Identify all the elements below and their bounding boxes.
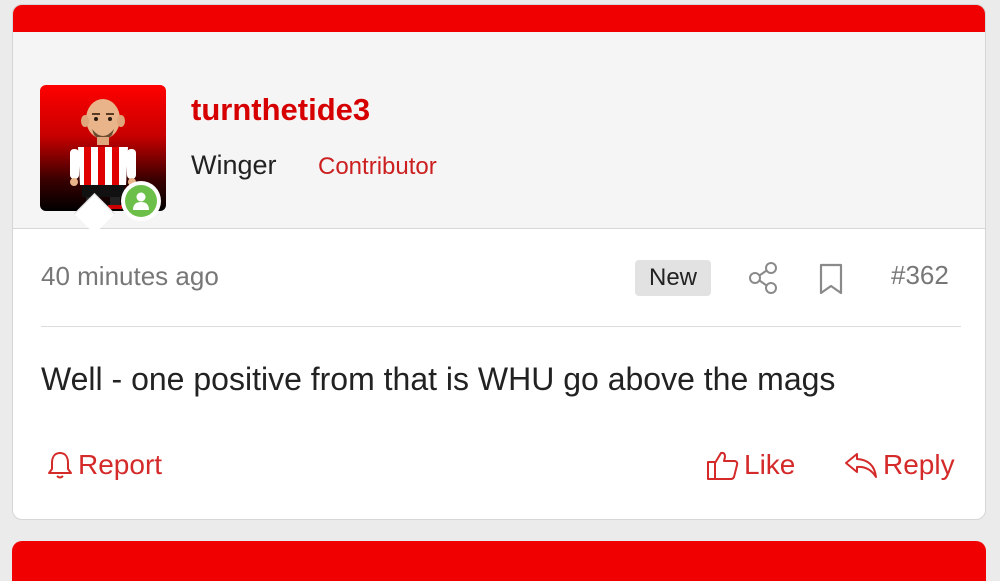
reply-arrow-icon [845,453,877,478]
bell-icon [48,452,72,479]
post-timestamp[interactable]: 40 minutes ago [41,261,219,292]
reply-label: Reply [883,449,955,480]
forum-post: turnthetide3 Winger Contributor 40 minut… [12,4,986,520]
new-badge: New [635,260,711,296]
divider [41,326,961,327]
online-status-icon [121,181,161,221]
user-info-block: turnthetide3 Winger Contributor [13,32,985,229]
report-button[interactable]: Report [46,445,162,485]
thumbs-up-icon [707,451,739,480]
post-number-link[interactable]: #362 [891,260,949,291]
like-button[interactable]: Like [706,445,795,485]
report-label: Report [78,449,163,480]
next-post-header-bar [12,541,986,581]
share-icon[interactable] [747,261,779,295]
post-message: Well - one positive from that is WHU go … [41,361,836,397]
post-header-bar [13,5,985,32]
user-banner: Contributor [318,153,437,180]
bookmark-icon[interactable] [817,262,845,296]
username-link[interactable]: turnthetide3 [191,92,370,128]
user-title: Winger [191,150,277,180]
reply-button[interactable]: Reply [843,445,955,485]
like-label: Like [744,449,796,480]
